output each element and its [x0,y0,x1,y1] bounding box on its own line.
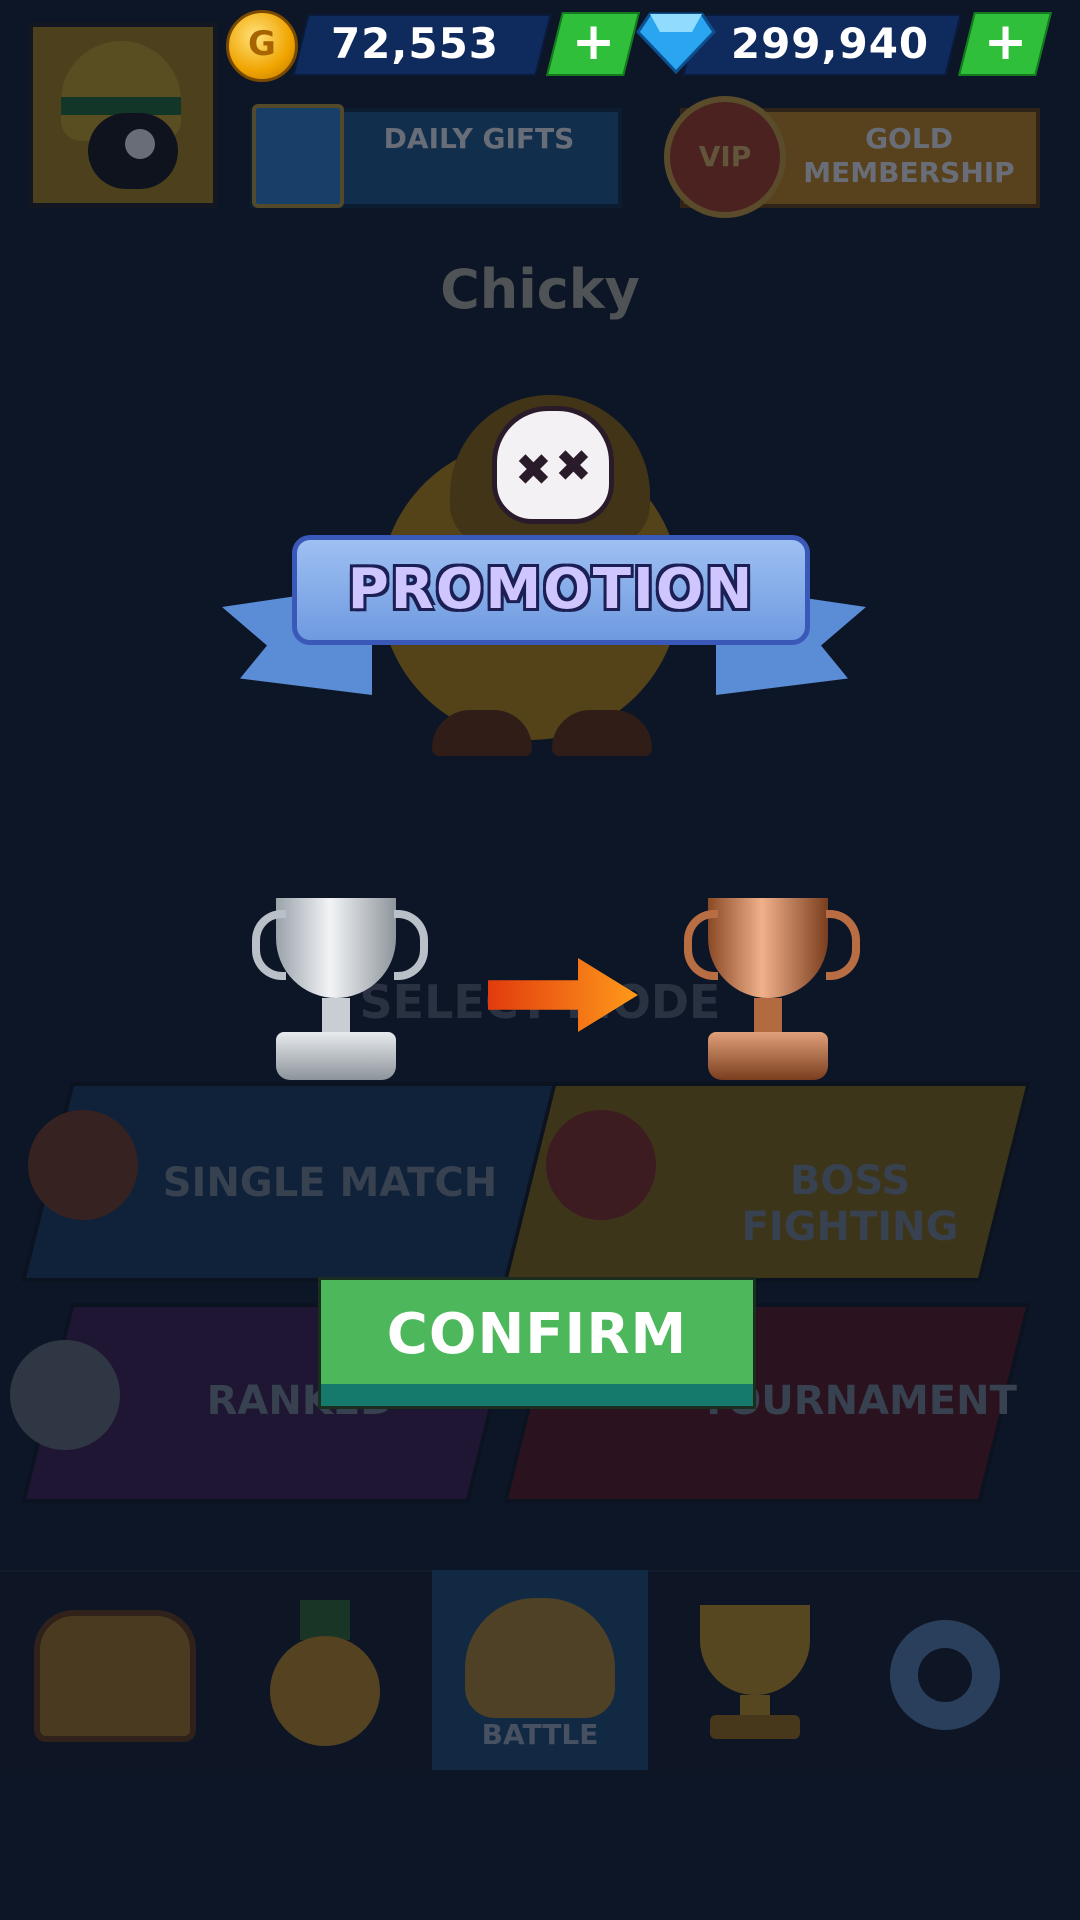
gold-membership-label: GOLD MEMBERSHIP [803,122,1015,189]
treasure-chest-icon[interactable] [20,1580,210,1760]
vip-badge-icon: VIP [664,96,786,218]
gem-icon [636,12,716,74]
plus-icon: + [571,12,616,72]
battle-label: BATTLE [481,1718,599,1751]
gem-count: 299,940 [730,19,930,68]
battle-icon[interactable]: BATTLE [445,1580,635,1760]
coin-count: 72,553 [330,19,500,68]
promotion-title: PROMOTION [347,557,755,622]
coin-icon: G [226,10,298,82]
player-avatar[interactable] [28,22,218,208]
character-name: Chicky [440,258,640,321]
medal-icon[interactable] [230,1580,420,1760]
bronze-trophy-icon [676,898,860,1088]
silver-trophy-icon [244,898,428,1088]
confirm-button[interactable]: CONFIRM [318,1277,756,1409]
vip-badge-label: VIP [698,140,752,173]
daily-gifts-label: DAILY GIFTS [383,122,575,155]
confirm-button-shadow [321,1384,753,1406]
confirm-label: CONFIRM [386,1302,688,1367]
avatar-eye [125,129,155,159]
gift-box-icon [252,104,344,208]
settings-gear-icon[interactable] [870,1580,1060,1760]
add-gems-button[interactable]: + [958,12,1052,76]
boss-icon [546,1110,656,1220]
boss-fighting-label: BOSS FIGHTING [741,1158,959,1250]
trophy-nav-icon[interactable] [660,1580,850,1760]
plus-icon: + [983,12,1028,72]
single-match-label: SINGLE MATCH [162,1160,498,1206]
crossed-swords-emblem-icon [10,1340,120,1450]
add-coins-button[interactable]: + [546,12,640,76]
skull-icon: ✖ ✖ [492,406,614,524]
shield-icon [28,1110,138,1220]
character-foot-right [552,710,652,756]
